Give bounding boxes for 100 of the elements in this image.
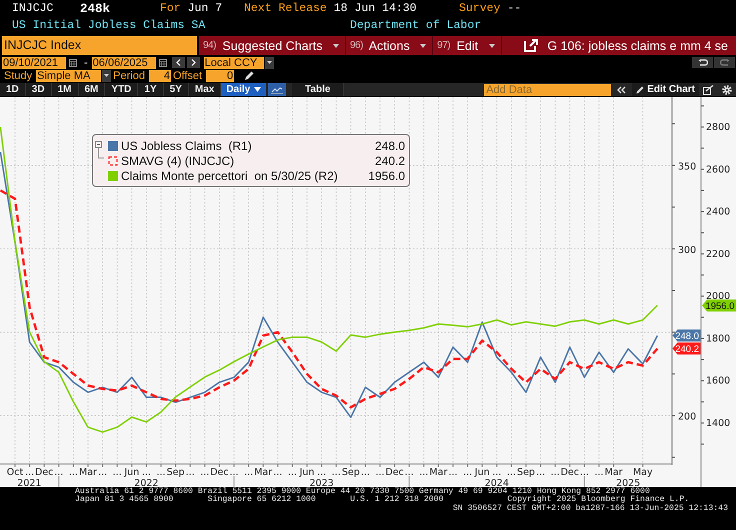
menu-button[interactable]: 94) Suggested Charts (199, 36, 346, 55)
axis-label: 300 (678, 244, 696, 256)
range-button[interactable]: YTD (105, 83, 138, 96)
axis-label: ... (98, 467, 108, 478)
edit-box-icon[interactable] (703, 84, 714, 94)
axis-label: ... (244, 467, 254, 478)
offset-field[interactable]: 0 (206, 70, 234, 82)
axis-label: ... (68, 467, 78, 478)
range-button[interactable]: 5Y (164, 83, 189, 96)
study-label: Study (4, 70, 32, 82)
menu-button[interactable]: 96) Actions (346, 36, 434, 55)
study-dropdown[interactable]: Simple MA (36, 70, 102, 82)
axis-label: ... (419, 467, 428, 478)
period-label: Period (113, 70, 145, 82)
frequency-dropdown[interactable]: Daily (221, 83, 266, 96)
axis-label: ... (360, 467, 370, 478)
axis-label: May (632, 467, 653, 478)
axis-label: Mar (79, 467, 97, 478)
line-chart-button[interactable] (268, 83, 286, 96)
axis-label: Oct (6, 467, 24, 478)
axis-label: ... (25, 467, 34, 478)
pencil-icon (636, 86, 644, 94)
calendar-icon[interactable] (69, 58, 77, 67)
axis-label: ... (448, 467, 458, 478)
legend-marker-icon (108, 140, 118, 150)
axis-label: ... (332, 467, 341, 478)
undo-button[interactable] (692, 57, 713, 68)
axis-label: Jun (474, 467, 490, 478)
axis-label: ... (492, 467, 502, 478)
axis-label: 2200 (706, 248, 730, 260)
value-tag: 240.2 (672, 342, 700, 356)
axis-label: Mar (254, 467, 272, 478)
axis-label: ... (142, 467, 151, 478)
year-label: 2023 (310, 478, 334, 487)
range-button[interactable]: 6M (78, 83, 106, 96)
security-field[interactable]: INJCJC Index (2, 36, 197, 55)
currency-dropdown[interactable]: Local CCY (204, 56, 264, 68)
collapse-icon[interactable] (617, 86, 626, 94)
legend-value: 248.0 (374, 138, 405, 152)
survey-label: Survey (459, 2, 500, 15)
calendar-icon[interactable] (158, 58, 167, 67)
axis-label: ... (594, 467, 604, 478)
axis-label: ... (288, 467, 297, 478)
axis-label: ... (200, 467, 210, 478)
range-button[interactable]: Max (188, 83, 222, 96)
range-button[interactable]: 1Y (138, 83, 164, 96)
axis-label: 1400 (706, 418, 730, 429)
range-button[interactable]: 1M (52, 83, 78, 96)
next-release-time: 18 Jun 14:30 (334, 2, 417, 15)
caret-icon (488, 44, 495, 48)
axis-label: ... (536, 467, 546, 478)
axis-label: 2600 (706, 164, 730, 176)
axis-label: Jun (300, 467, 314, 478)
axis-label: 1800 (706, 333, 730, 344)
menu-button[interactable]: 97) Edit (433, 36, 502, 55)
axis-label: ... (463, 467, 472, 478)
year-label: 2025 (616, 478, 640, 487)
range-button[interactable]: 3D (26, 83, 52, 96)
dropdown-button[interactable] (102, 70, 112, 82)
axis-label: ... (229, 467, 239, 478)
axis-label: ... (317, 467, 326, 478)
axis-label: ... (375, 467, 385, 478)
previous-button[interactable] (172, 57, 185, 68)
end-date-field[interactable]: 06/06/2025 (92, 56, 156, 68)
table-button[interactable]: Table (292, 83, 344, 96)
pencil-icon[interactable] (244, 70, 254, 80)
dropdown-button[interactable] (264, 56, 274, 68)
axis-label: 2800 (706, 122, 730, 134)
survey-value: -- (507, 2, 522, 15)
axis-label: Sep (342, 467, 360, 478)
edit-chart-button[interactable]: Edit Chart (632, 83, 699, 96)
value-tag: 248.0 (672, 330, 700, 342)
date-separator: - (84, 56, 88, 68)
axis-label: ... (273, 467, 282, 478)
start-date-field[interactable]: 09/10/2021 (2, 56, 66, 68)
open-window-icon[interactable] (524, 39, 538, 52)
caret-icon (332, 44, 339, 48)
add-data-field[interactable]: Add Data (484, 84, 612, 96)
legend-value: 1956.0 (368, 168, 405, 182)
caret-icon (254, 87, 262, 92)
axis-label: 2400 (706, 206, 730, 218)
next-button[interactable] (186, 57, 200, 68)
axis-label: Mar (604, 467, 623, 478)
period-date: Jun 7 (188, 2, 222, 15)
axis-label: Sep (517, 467, 535, 478)
axis-label: 1600 (706, 376, 730, 387)
axis-label: ... (156, 467, 166, 478)
chevron-left-icon (176, 59, 181, 66)
axis-label: ... (54, 467, 64, 478)
settings-icon[interactable] (722, 84, 732, 94)
ticker-symbol: INJCJC (12, 2, 54, 15)
security-title: US Initial Jobless Claims SA (12, 19, 206, 32)
period-field[interactable]: 4 (148, 70, 171, 82)
range-button[interactable]: 1D (0, 83, 26, 96)
contact-line: Australia 61 2 9777 8600 Brazil 5511 2395 9000 Europe 44 20 7330 7500 Germany 49 69 9204 1210 Hong Kong 852 2977 6000 (74, 488, 650, 496)
next-release-label: Next Release (244, 2, 327, 15)
axis-label: ... (112, 467, 122, 478)
axis-label: Dec (35, 467, 54, 478)
contact-line: Japan 81 3 4565 8900 Singapore 65 6212 1000 U.S. 1 212 318 2000 Copyright 2025 Bloomberg Finance L.P. (74, 496, 690, 504)
axis-label: Jun (124, 467, 140, 478)
